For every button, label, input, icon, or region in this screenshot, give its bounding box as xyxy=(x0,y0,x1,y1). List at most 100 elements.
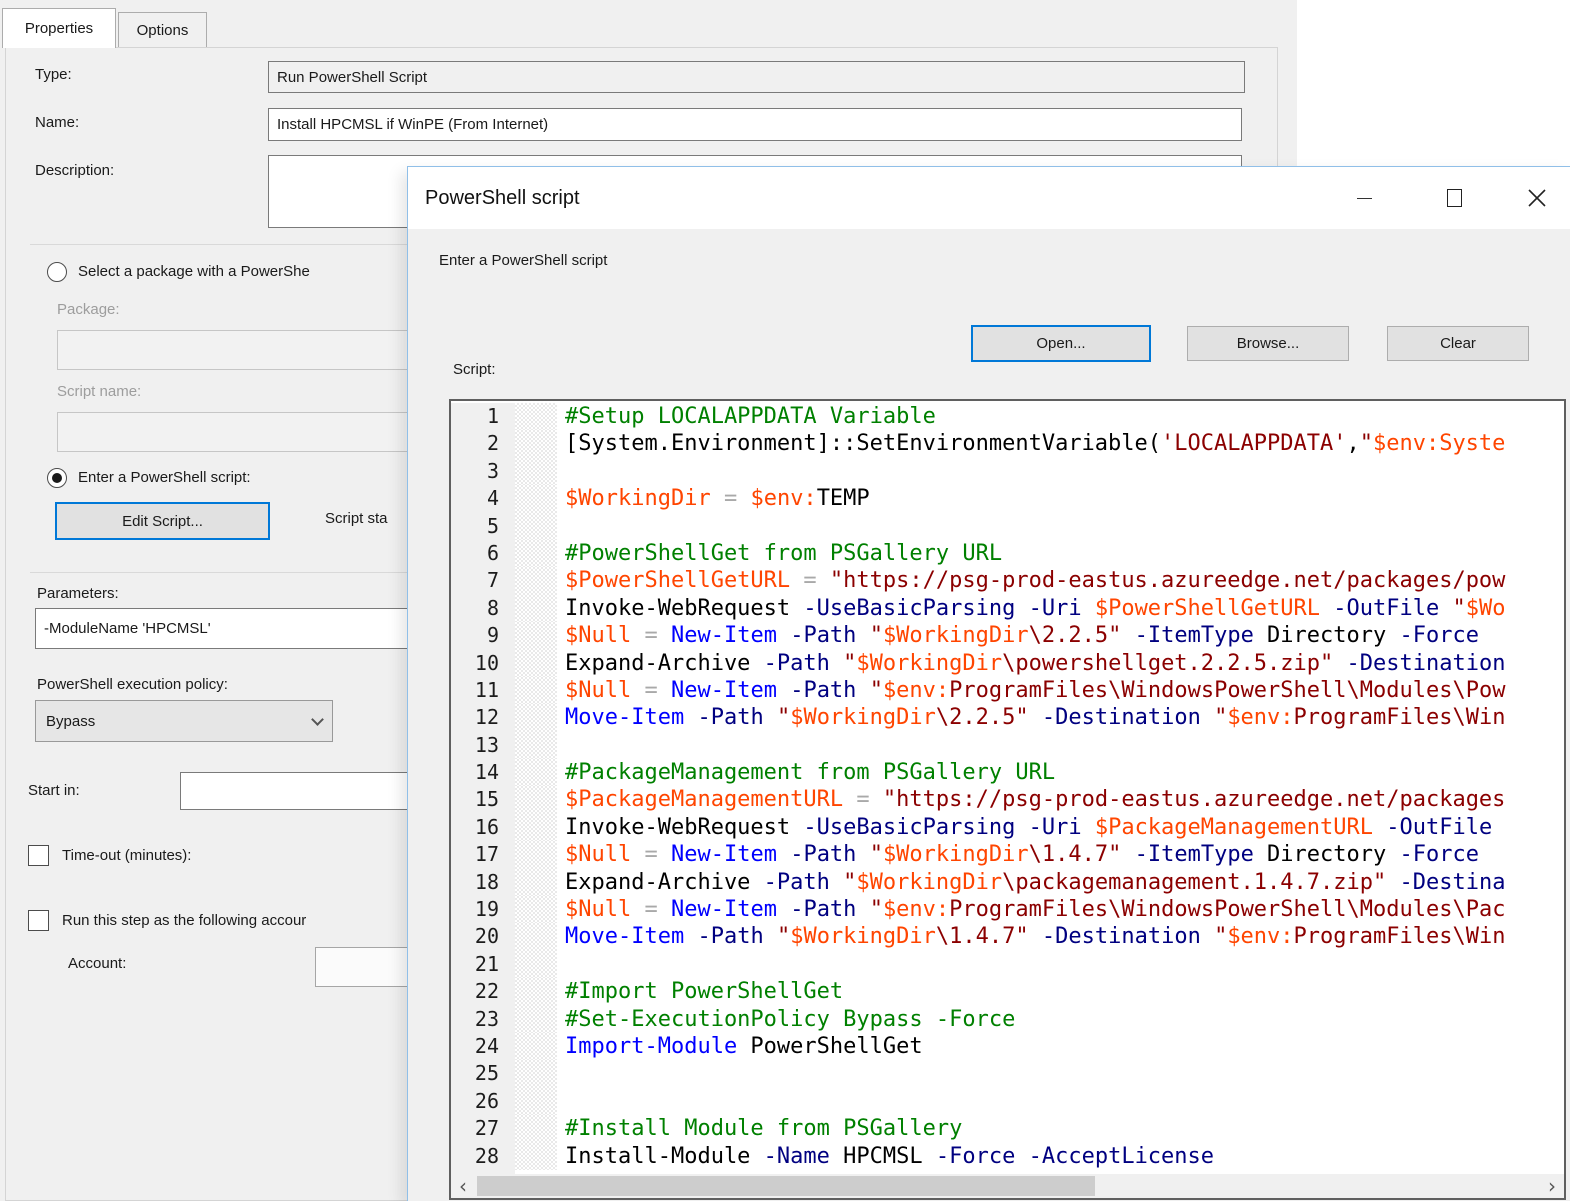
gutter-hatch xyxy=(515,732,557,759)
open-button[interactable]: Open... xyxy=(971,325,1151,362)
code-line: 17 $Null = New-Item -Path "$WorkingDir\1.… xyxy=(451,841,1564,868)
code-line: 9$Null = New-Item -Path "$WorkingDir\2.2… xyxy=(451,622,1564,649)
code-lines[interactable]: 1#Setup LOCALAPPDATA Variable2[System.En… xyxy=(451,403,1564,1174)
code-text: #Import PowerShellGet xyxy=(557,978,843,1005)
gutter-hatch xyxy=(515,650,557,677)
code-text: $WorkingDir = $env:TEMP xyxy=(557,485,870,512)
powershell-script-dialog: PowerShell script Enter a PowerShell scr… xyxy=(407,166,1570,1201)
line-number: 28 xyxy=(451,1143,515,1170)
execution-policy-label: PowerShell execution policy: xyxy=(37,676,228,693)
radio-dot xyxy=(52,473,62,483)
browse-button[interactable]: Browse... xyxy=(1187,326,1349,361)
code-text: $Null = New-Item -Path "$WorkingDir\1.4.… xyxy=(557,841,1479,868)
code-text xyxy=(557,951,565,978)
minimize-button[interactable] xyxy=(1341,167,1387,229)
code-text: Move-Item -Path "$WorkingDir\2.2.5" -Des… xyxy=(557,704,1505,731)
code-text: $PowerShellGetURL = "https://psg-prod-ea… xyxy=(557,567,1505,594)
code-text xyxy=(557,513,565,540)
line-number: 7 xyxy=(451,567,515,594)
code-text: #Set-ExecutionPolicy Bypass -Force xyxy=(557,1006,1015,1033)
edit-script-button-label: Edit Script... xyxy=(122,513,203,530)
code-text: Expand-Archive -Path "$WorkingDir\powers… xyxy=(557,650,1505,677)
gutter-hatch xyxy=(515,923,557,950)
radio-enter-script[interactable] xyxy=(47,468,67,488)
code-text: #Install Module from PSGallery xyxy=(557,1115,962,1142)
gutter-hatch xyxy=(515,1033,557,1060)
line-number: 25 xyxy=(451,1060,515,1087)
account-label: Account: xyxy=(68,955,126,972)
maximize-button[interactable] xyxy=(1431,167,1477,229)
gutter-hatch xyxy=(515,869,557,896)
scroll-right-icon[interactable]: › xyxy=(1540,1174,1564,1198)
clear-button[interactable]: Clear xyxy=(1387,326,1529,361)
gutter-hatch xyxy=(515,595,557,622)
code-text: Move-Item -Path "$WorkingDir\1.4.7" -Des… xyxy=(557,923,1505,950)
gutter-hatch xyxy=(515,759,557,786)
radio-enter-script-label: Enter a PowerShell script: xyxy=(78,469,251,486)
scrollbar-thumb[interactable] xyxy=(477,1176,1095,1196)
tab-properties[interactable]: Properties xyxy=(2,8,116,48)
code-line: 11$Null = New-Item -Path "$env:ProgramFi… xyxy=(451,677,1564,704)
code-line: 3 xyxy=(451,458,1564,485)
timeout-label: Time-out (minutes): xyxy=(62,847,191,864)
run-as-checkbox[interactable] xyxy=(28,910,49,931)
script-editor[interactable]: 1#Setup LOCALAPPDATA Variable2[System.En… xyxy=(449,399,1566,1200)
title-bar[interactable]: PowerShell script xyxy=(408,167,1570,229)
line-number: 10 xyxy=(451,650,515,677)
code-text xyxy=(557,1060,565,1087)
line-number: 12 xyxy=(451,704,515,731)
line-number: 18 xyxy=(451,869,515,896)
horizontal-scrollbar[interactable]: ‹ › xyxy=(451,1174,1564,1198)
code-text xyxy=(557,1088,565,1115)
gutter-hatch xyxy=(515,485,557,512)
line-number: 2 xyxy=(451,430,515,457)
line-number: 17 xyxy=(451,841,515,868)
line-number: 1 xyxy=(451,403,515,430)
gutter-hatch xyxy=(515,786,557,813)
scroll-left-icon[interactable]: ‹ xyxy=(451,1174,475,1198)
code-line: 7 $PowerShellGetURL = "https://psg-prod-e… xyxy=(451,567,1564,594)
name-field[interactable]: Install HPCMSL if WinPE (From Internet) xyxy=(268,108,1242,141)
code-line: 2[System.Environment]::SetEnvironmentVar… xyxy=(451,430,1564,457)
code-line: 21 xyxy=(451,951,1564,978)
code-line: 18Expand-Archive -Path "$WorkingDir\pack… xyxy=(451,869,1564,896)
tab-options[interactable]: Options xyxy=(118,12,207,48)
close-button[interactable] xyxy=(1514,167,1560,229)
dialog-subtitle: Enter a PowerShell script xyxy=(439,252,607,269)
line-number: 19 xyxy=(451,896,515,923)
browse-button-label: Browse... xyxy=(1237,335,1300,352)
code-line: 6#PowerShellGet from PSGallery URL xyxy=(451,540,1564,567)
close-icon xyxy=(1527,188,1547,208)
gutter-hatch xyxy=(515,1143,557,1170)
radio-select-package-label: Select a package with a PowerShe xyxy=(78,263,310,280)
timeout-checkbox[interactable] xyxy=(28,845,49,866)
open-button-label: Open... xyxy=(1036,335,1085,352)
code-text: Import-Module PowerShellGet xyxy=(557,1033,923,1060)
code-line: 13 xyxy=(451,732,1564,759)
line-number: 5 xyxy=(451,513,515,540)
gutter-hatch xyxy=(515,704,557,731)
name-label: Name: xyxy=(35,114,79,131)
maximize-icon xyxy=(1447,189,1462,207)
code-line: 14#PackageManagement from PSGallery URL xyxy=(451,759,1564,786)
gutter-hatch xyxy=(515,430,557,457)
gutter-hatch xyxy=(515,896,557,923)
gutter-hatch xyxy=(515,458,557,485)
minimize-icon xyxy=(1357,198,1372,199)
code-line: 24Import-Module PowerShellGet xyxy=(451,1033,1564,1060)
dialog-title: PowerShell script xyxy=(425,167,580,229)
gutter-hatch xyxy=(515,978,557,1005)
line-number: 11 xyxy=(451,677,515,704)
parameters-label: Parameters: xyxy=(37,585,119,602)
radio-select-package[interactable] xyxy=(47,262,67,282)
description-label: Description: xyxy=(35,162,114,179)
code-line: 8Invoke-WebRequest -UseBasicParsing -Uri… xyxy=(451,595,1564,622)
execution-policy-dropdown[interactable]: Bypass xyxy=(35,700,333,742)
script-status-label: Script sta xyxy=(325,510,388,527)
line-number: 23 xyxy=(451,1006,515,1033)
edit-script-button[interactable]: Edit Script... xyxy=(55,502,270,540)
code-line: 5 xyxy=(451,513,1564,540)
type-field: Run PowerShell Script xyxy=(268,61,1245,93)
code-line: 27#Install Module from PSGallery xyxy=(451,1115,1564,1142)
gutter-hatch xyxy=(515,403,557,430)
